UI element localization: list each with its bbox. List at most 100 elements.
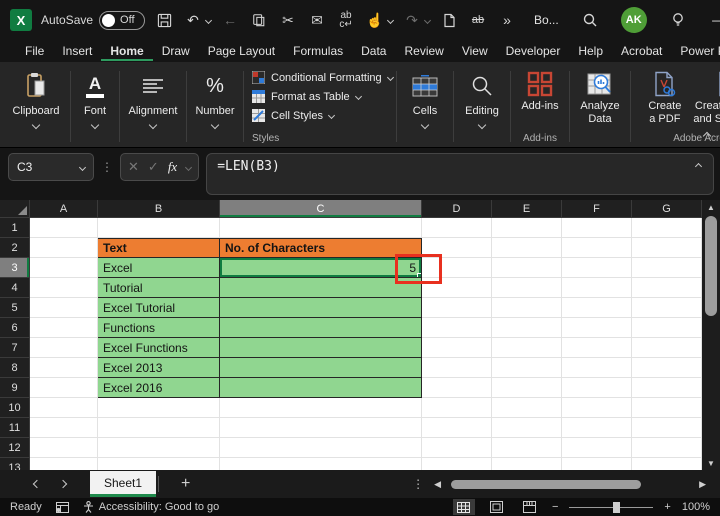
zoom-in-button[interactable]: +	[664, 501, 670, 513]
cell-B4[interactable]: Tutorial	[98, 278, 220, 298]
undo-button[interactable]: ↶	[183, 9, 213, 31]
group-alignment[interactable]: Alignment	[122, 66, 184, 147]
strike-ab-icon[interactable]: ab	[468, 9, 488, 31]
column-header-G[interactable]: G	[632, 200, 702, 218]
page-layout-view-button[interactable]	[486, 499, 508, 515]
menu-view[interactable]: View	[453, 42, 497, 61]
menu-insert[interactable]: Insert	[53, 42, 101, 61]
cell-D7[interactable]	[422, 338, 492, 358]
cell-D8[interactable]	[422, 358, 492, 378]
cell-B10[interactable]	[98, 398, 220, 418]
page-break-view-button[interactable]	[519, 499, 541, 515]
row-header-9[interactable]: 9	[0, 378, 30, 398]
cell-B6[interactable]: Functions	[98, 318, 220, 338]
addins-button[interactable]: Add-ins	[517, 68, 562, 113]
row-header-4[interactable]: 4	[0, 278, 30, 298]
cell-G2[interactable]	[632, 238, 702, 258]
menu-help[interactable]: Help	[569, 42, 612, 61]
row-header-3[interactable]: 3	[0, 258, 30, 278]
cell-A10[interactable]	[30, 398, 98, 418]
cell-A4[interactable]	[30, 278, 98, 298]
row-header-11[interactable]: 11	[0, 418, 30, 438]
cell-E9[interactable]	[492, 378, 562, 398]
cell-D1[interactable]	[422, 218, 492, 238]
row-header-13[interactable]: 13	[0, 458, 30, 470]
add-sheet-button[interactable]: +	[173, 475, 198, 493]
cell-E1[interactable]	[492, 218, 562, 238]
menu-formulas[interactable]: Formulas	[284, 42, 352, 61]
cell-G10[interactable]	[632, 398, 702, 418]
row-header-2[interactable]: 2	[0, 238, 30, 258]
cell-F13[interactable]	[562, 458, 632, 470]
select-all-corner[interactable]	[0, 200, 30, 218]
cell-G3[interactable]	[632, 258, 702, 278]
paste-picture-icon[interactable]: ✉	[307, 9, 327, 31]
cell-E3[interactable]	[492, 258, 562, 278]
vertical-scroll-thumb[interactable]	[705, 216, 717, 316]
row-header-6[interactable]: 6	[0, 318, 30, 338]
cell-A3[interactable]	[30, 258, 98, 278]
cell-C10[interactable]	[220, 398, 422, 418]
cell-B13[interactable]	[98, 458, 220, 470]
cell-E11[interactable]	[492, 418, 562, 438]
group-editing[interactable]: Editing	[456, 66, 508, 147]
cell-B5[interactable]: Excel Tutorial	[98, 298, 220, 318]
account-avatar[interactable]: AK	[612, 0, 656, 40]
cell-G9[interactable]	[632, 378, 702, 398]
cell-E5[interactable]	[492, 298, 562, 318]
row-header-8[interactable]: 8	[0, 358, 30, 378]
column-header-D[interactable]: D	[422, 200, 492, 218]
cell-F8[interactable]	[562, 358, 632, 378]
row-header-10[interactable]: 10	[0, 398, 30, 418]
cell-E13[interactable]	[492, 458, 562, 470]
cell-F4[interactable]	[562, 278, 632, 298]
cell-D10[interactable]	[422, 398, 492, 418]
format-as-table-button[interactable]: Format as Table	[252, 87, 362, 106]
scroll-left-icon[interactable]: ◀	[434, 479, 441, 490]
create-pdf-share-button[interactable]: Create a PDFand Share link	[689, 68, 720, 126]
cell-F1[interactable]	[562, 218, 632, 238]
cell-A2[interactable]	[30, 238, 98, 258]
cell-E4[interactable]	[492, 278, 562, 298]
cell-B11[interactable]	[98, 418, 220, 438]
name-box[interactable]: C3	[8, 153, 94, 181]
cell-F6[interactable]	[562, 318, 632, 338]
expand-formula-bar-icon[interactable]	[694, 162, 703, 171]
tab-sheet1[interactable]: Sheet1	[90, 471, 157, 497]
tab-options-dots-icon[interactable]: ⋮	[412, 477, 424, 491]
save-icon[interactable]	[154, 9, 174, 31]
cell-A5[interactable]	[30, 298, 98, 318]
more-commands-icon[interactable]: »	[497, 9, 517, 31]
row-header-12[interactable]: 12	[0, 438, 30, 458]
cut-icon[interactable]: ✂	[278, 9, 298, 31]
cell-A8[interactable]	[30, 358, 98, 378]
cell-A9[interactable]	[30, 378, 98, 398]
autosave-control[interactable]: AutoSave Off	[41, 10, 146, 30]
cell-A11[interactable]	[30, 418, 98, 438]
cell-G12[interactable]	[632, 438, 702, 458]
lightbulb-icon[interactable]	[656, 0, 700, 40]
cell-B12[interactable]	[98, 438, 220, 458]
cell-C8[interactable]	[220, 358, 422, 378]
cell-A1[interactable]	[30, 218, 98, 238]
cancel-button[interactable]: ✕	[128, 159, 139, 175]
cell-D11[interactable]	[422, 418, 492, 438]
cell-F12[interactable]	[562, 438, 632, 458]
cell-F2[interactable]	[562, 238, 632, 258]
menu-data[interactable]: Data	[352, 42, 395, 61]
horizontal-scrollbar[interactable]	[451, 478, 689, 490]
cell-F11[interactable]	[562, 418, 632, 438]
cell-E10[interactable]	[492, 398, 562, 418]
accessibility-status[interactable]: Accessibility: Good to go	[83, 501, 219, 513]
cell-B3[interactable]: Excel	[98, 258, 220, 278]
cell-C3[interactable]: 5	[220, 258, 422, 278]
cell-E6[interactable]	[492, 318, 562, 338]
cell-D12[interactable]	[422, 438, 492, 458]
cell-C13[interactable]	[220, 458, 422, 470]
cell-C12[interactable]	[220, 438, 422, 458]
horizontal-scroll-thumb[interactable]	[451, 479, 642, 489]
column-header-A[interactable]: A	[30, 200, 98, 218]
row-header-5[interactable]: 5	[0, 298, 30, 318]
scroll-down-icon[interactable]: ▼	[702, 456, 720, 470]
menu-file[interactable]: File	[16, 42, 53, 61]
